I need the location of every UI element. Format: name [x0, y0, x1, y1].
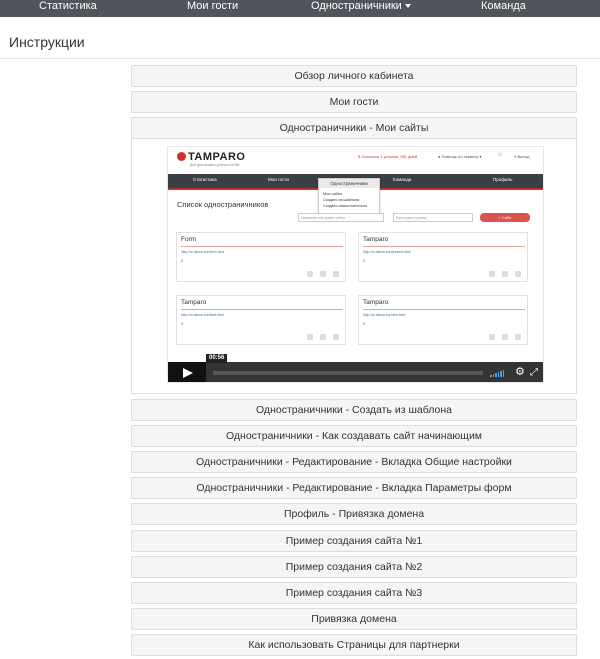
video-nav-item: Статистика	[193, 177, 217, 182]
card-url: http://ru.dsbox.biz/form.html	[181, 250, 225, 254]
logo-text: TAMPARO	[188, 151, 246, 163]
video-progress-track[interactable]	[213, 371, 483, 375]
nav-my-guests[interactable]: Мои гости	[187, 0, 238, 17]
page-title: Инструкции	[9, 34, 85, 50]
nav-statistics[interactable]: Статистика	[39, 0, 97, 17]
trash-icon	[333, 271, 339, 277]
video-controls: 00:56 ⚙ ⤢	[168, 354, 543, 382]
card-title: Tamparo	[181, 299, 207, 306]
trash-icon	[333, 334, 339, 340]
logout-label: Выход	[517, 154, 530, 159]
home-icon: ⌂	[498, 152, 502, 158]
accordion-item-my-sites[interactable]: Одностраничники - Мои сайты	[131, 117, 577, 139]
accordion-item-account-overview[interactable]: Обзор личного кабинета	[131, 65, 577, 87]
card-value: 0	[181, 321, 184, 326]
video-site-card: Tamparo http://ru.dsbox.biz/present.html…	[358, 232, 528, 282]
card-value: 0	[181, 258, 184, 263]
card-divider	[181, 309, 343, 310]
help-link: ● Помощь по сервису ▾	[438, 154, 482, 159]
accordion-item[interactable]: Привязка домена	[131, 608, 577, 630]
chevron-down-icon	[404, 4, 411, 9]
accordion-item[interactable]: Профиль - Привязка домена	[131, 503, 577, 525]
copy-icon	[502, 271, 508, 277]
video-dropdown-header: Одностраничники	[319, 179, 379, 188]
card-value: 0	[363, 258, 366, 263]
video-create-button: + Сайт	[480, 213, 530, 222]
help-label: Помощь по сервису	[441, 154, 479, 159]
video-nav-item: Мои гости	[268, 177, 289, 182]
edit-icon	[489, 334, 495, 340]
accordion-item[interactable]: Одностраничники - Создать из шаблона	[131, 399, 577, 421]
accordion-item-my-guests[interactable]: Мои гости	[131, 91, 577, 113]
card-divider	[363, 246, 525, 247]
video-nav-item: Команда	[393, 177, 412, 182]
nav-landing-pages[interactable]: Одностраничники	[311, 0, 411, 17]
accordion-item[interactable]: Пример создания сайта №3	[131, 582, 577, 604]
accordion-item[interactable]: Одностраничники - Как создавать сайт нач…	[131, 425, 577, 447]
video-site-card: Tamparo http://ru.dsbox.biz/new.html 0	[358, 295, 528, 345]
accordion-item[interactable]: Пример создания сайта №2	[131, 556, 577, 578]
accordion-panel-my-sites: TAMPARO Всё для вашего успеха в МЛМ $ Ос…	[131, 139, 577, 394]
top-navbar: Статистика Мои гости Одностраничники Ком…	[0, 0, 600, 17]
accordion-item[interactable]: Одностраничники - Редактирование - Вклад…	[131, 451, 577, 473]
video-category-filter: Категория страниц	[393, 213, 473, 222]
card-title: Tamparo	[363, 236, 389, 243]
copy-icon	[320, 271, 326, 277]
logo-mark-icon	[177, 152, 186, 161]
video-site-card: Tamparo http://ru.dsbox.biz/start.html 0	[176, 295, 346, 345]
card-url: http://ru.dsbox.biz/start.html	[181, 313, 224, 317]
video-nav-item: Профиль	[493, 177, 513, 182]
card-title: Form	[181, 236, 197, 243]
trash-icon	[515, 334, 521, 340]
video-app-header: TAMPARO Всё для вашего успеха в МЛМ $ Ос…	[168, 147, 543, 171]
card-divider	[181, 246, 343, 247]
volume-icon[interactable]	[490, 370, 505, 377]
video-time: 00:56	[206, 354, 228, 363]
accordion-item[interactable]: Одностраничники - Редактирование - Вклад…	[131, 477, 577, 499]
balance-value: Осталось 1 установ. 981 дней	[361, 154, 418, 159]
copy-icon	[320, 334, 326, 340]
card-divider	[363, 309, 525, 310]
balance-text: $ Осталось 1 установ. 981 дней	[358, 154, 418, 159]
gear-icon[interactable]: ⚙	[515, 367, 525, 378]
copy-icon	[502, 334, 508, 340]
video-player[interactable]: TAMPARO Всё для вашего успеха в МЛМ $ Ос…	[167, 146, 544, 383]
card-url: http://ru.dsbox.biz/new.html	[363, 313, 406, 317]
edit-icon	[489, 271, 495, 277]
video-name-filter: Название или домен сайта	[298, 213, 384, 222]
video-site-card: Form http://ru.dsbox.biz/form.html 0	[176, 232, 346, 282]
accordion-item[interactable]: Как использовать Страницы для партнерки	[131, 634, 577, 656]
card-title: Tamparo	[363, 299, 389, 306]
fullscreen-icon[interactable]: ⤢	[530, 367, 538, 378]
card-value: 0	[363, 321, 366, 326]
card-url: http://ru.dsbox.biz/present.html	[363, 250, 411, 254]
edit-icon	[307, 271, 313, 277]
trash-icon	[515, 271, 521, 277]
video-dropdown-item: Создать самостоятельно	[323, 204, 368, 208]
video-list-title: Список одностраничников	[177, 200, 269, 209]
title-divider	[0, 58, 600, 59]
logo-tagline: Всё для вашего успеха в МЛМ	[190, 163, 240, 167]
accordion-item[interactable]: Пример создания сайта №1	[131, 530, 577, 552]
nav-team[interactable]: Команда	[481, 0, 526, 17]
play-button[interactable]	[168, 362, 206, 382]
tamparo-logo: TAMPARO	[177, 151, 245, 163]
video-create-label: Сайт	[502, 215, 512, 220]
nav-landing-pages-label: Одностраничники	[311, 0, 402, 12]
edit-icon	[307, 334, 313, 340]
logout-link: ⇥ Выход	[513, 154, 530, 159]
